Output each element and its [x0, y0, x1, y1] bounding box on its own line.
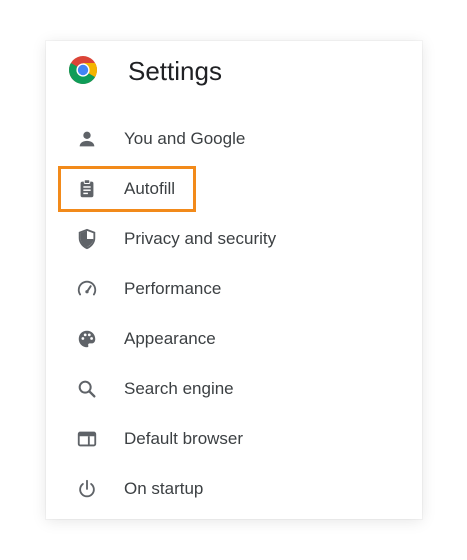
palette-icon — [76, 328, 98, 350]
nav-item-autofill[interactable]: Autofill — [46, 163, 422, 213]
settings-nav: You and Google Autofill Privacy and secu… — [46, 113, 422, 513]
nav-item-label: Appearance — [124, 329, 216, 348]
nav-item-you-and-google[interactable]: You and Google — [46, 113, 422, 163]
page-title: Settings — [128, 56, 222, 86]
nav-item-label: Autofill — [124, 179, 176, 198]
browser-window-icon — [76, 428, 98, 450]
power-icon — [76, 478, 98, 500]
search-icon — [76, 378, 98, 400]
person-icon — [76, 128, 98, 150]
nav-item-label: Performance — [124, 279, 222, 298]
nav-item-default-browser[interactable]: Default browser — [46, 413, 422, 463]
nav-item-privacy-and-security[interactable]: Privacy and security — [46, 213, 422, 263]
nav-item-search-engine[interactable]: Search engine — [46, 363, 422, 413]
nav-item-label: Default browser — [124, 429, 244, 448]
nav-item-label: You and Google — [124, 129, 246, 148]
chrome-logo-icon — [68, 55, 98, 85]
nav-item-label: Search engine — [124, 379, 234, 398]
nav-item-appearance[interactable]: Appearance — [46, 313, 422, 363]
shield-icon — [76, 228, 98, 250]
settings-panel: Settings You and Google Autofill Privacy… — [46, 41, 422, 519]
nav-item-label: Privacy and security — [124, 229, 277, 248]
nav-item-label: On startup — [124, 479, 204, 498]
nav-item-performance[interactable]: Performance — [46, 263, 422, 313]
clipboard-icon — [76, 178, 98, 200]
settings-header: Settings — [46, 41, 422, 105]
nav-item-on-startup[interactable]: On startup — [46, 463, 422, 513]
speedometer-icon — [76, 278, 98, 300]
